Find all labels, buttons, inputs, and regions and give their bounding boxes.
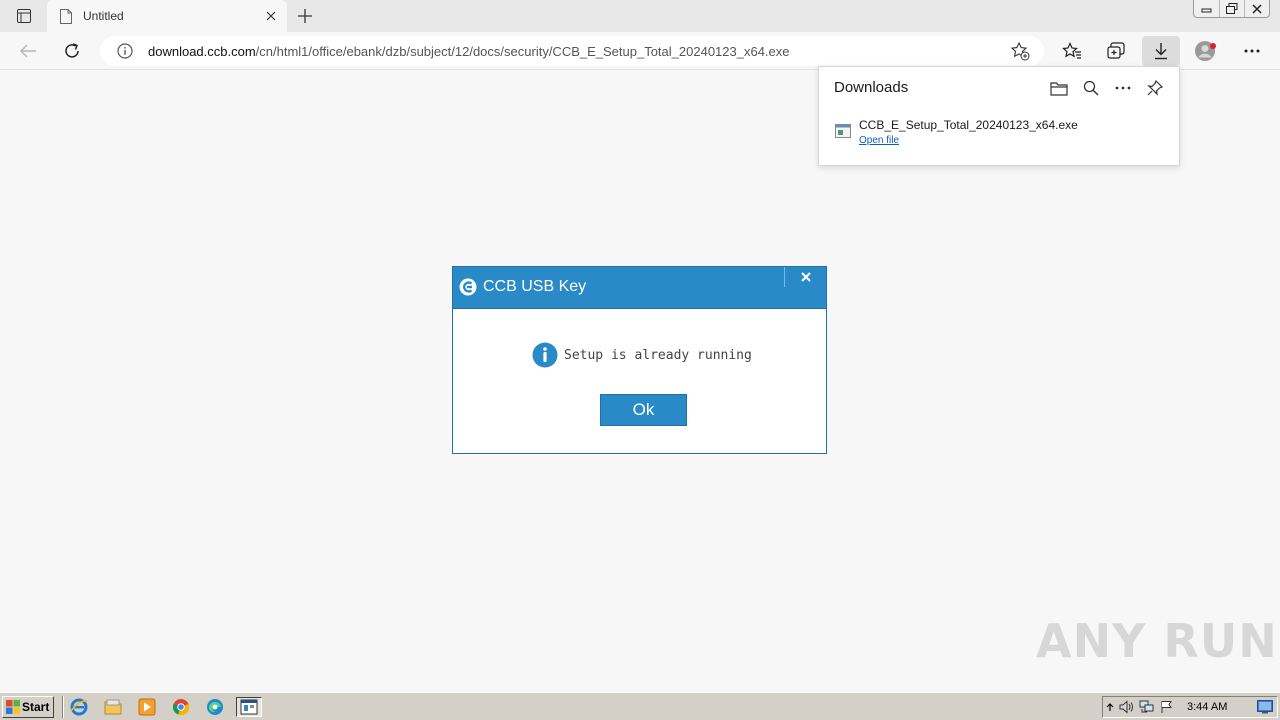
site-info-icon[interactable]: [116, 42, 134, 60]
refresh-icon: [65, 43, 79, 58]
flag-icon: [1161, 701, 1172, 713]
taskbar-separator: [62, 696, 64, 718]
minimize-icon: [1201, 8, 1212, 13]
add-favorite-icon[interactable]: [1008, 39, 1032, 63]
internet-explorer-icon: [70, 698, 88, 716]
window-controls: [1193, 0, 1270, 18]
tray-action-center[interactable]: [1157, 698, 1177, 716]
open-downloads-folder-button[interactable]: [1047, 77, 1071, 99]
favorites-button[interactable]: [1056, 36, 1088, 66]
tab-strip: Untitled: [0, 0, 1280, 32]
ccb-usb-key-dialog: CCB USB Key Setup is already running Ok: [452, 266, 827, 454]
tray-expand-button[interactable]: [1103, 698, 1117, 716]
downloads-flyout: Downloads CCB_E_Setup_Total_20240123_x64…: [818, 66, 1180, 166]
edge-icon: [207, 699, 223, 715]
tab-actions-button[interactable]: [10, 6, 38, 26]
restore-icon: [1226, 3, 1238, 14]
taskbar-chrome[interactable]: [170, 697, 192, 717]
search-downloads-button[interactable]: [1079, 77, 1103, 99]
restore-button[interactable]: [1219, 0, 1244, 17]
dialog-message: Setup is already running: [564, 347, 752, 363]
close-icon: [800, 272, 811, 282]
tab-title: Untitled: [83, 9, 124, 23]
tray-volume[interactable]: [1117, 698, 1137, 716]
download-item[interactable]: CCB_E_Setup_Total_20240123_x64.exe Open …: [835, 117, 1165, 151]
open-file-link[interactable]: Open file: [859, 135, 899, 146]
tray-network[interactable]: [1137, 698, 1157, 716]
url-host: download.ccb.com: [148, 43, 256, 59]
pin-icon: [1147, 80, 1163, 96]
dialog-message-row: Setup is already running: [532, 342, 752, 368]
tab-actions-icon: [17, 9, 31, 23]
media-player-icon: [138, 698, 156, 716]
chrome-icon: [172, 699, 190, 716]
avatar-icon: [1195, 41, 1216, 61]
tray-clock[interactable]: 3:44 AM: [1187, 701, 1227, 713]
download-filename: CCB_E_Setup_Total_20240123_x64.exe: [859, 118, 1078, 132]
url-path: /cn/html1/office/ebank/dzb/subject/12/do…: [255, 43, 790, 59]
folder-icon: [104, 699, 122, 715]
dialog-close-button[interactable]: [784, 267, 826, 287]
anyrun-watermark: ANY RUN: [1036, 608, 1278, 674]
pin-downloads-button[interactable]: [1143, 77, 1167, 99]
ok-button[interactable]: Ok: [600, 394, 687, 426]
plus-icon: [298, 9, 312, 23]
download-icon: [1155, 43, 1167, 60]
dialog-title: CCB USB Key: [483, 278, 587, 295]
start-label: Start: [22, 700, 50, 714]
favorites-icon: [1062, 42, 1081, 59]
address-bar[interactable]: download.ccb.com/cn/html1/office/ebank/d…: [100, 36, 1044, 66]
more-icon: [1115, 86, 1131, 90]
tab-close-icon[interactable]: [259, 4, 283, 28]
downloads-actions: [1047, 77, 1167, 99]
profile-button[interactable]: [1190, 36, 1222, 66]
back-button[interactable]: [12, 36, 44, 66]
system-tray: 3:44 AM: [1102, 696, 1278, 718]
taskbar: Start 3:44 AM: [0, 692, 1280, 720]
settings-more-button[interactable]: [1236, 36, 1268, 66]
network-icon: [1139, 700, 1154, 713]
folder-icon: [1050, 81, 1068, 96]
url-text[interactable]: download.ccb.com/cn/html1/office/ebank/d…: [148, 44, 1008, 59]
tab-active[interactable]: Untitled: [47, 0, 287, 32]
collections-button[interactable]: [1100, 36, 1132, 66]
show-desktop-icon[interactable]: [1257, 700, 1273, 714]
taskbar-media-player[interactable]: [136, 697, 158, 717]
taskbar-setup-app[interactable]: [236, 697, 262, 717]
back-arrow-icon: [20, 44, 36, 58]
chevron-up-icon: [1106, 703, 1114, 711]
start-button[interactable]: Start: [2, 696, 54, 718]
windows-logo-icon: [6, 700, 20, 714]
new-tab-button[interactable]: [292, 4, 318, 28]
downloads-more-button[interactable]: [1111, 77, 1135, 99]
more-icon: [1244, 49, 1260, 53]
browser-toolbar: download.ccb.com/cn/html1/office/ebank/d…: [0, 32, 1280, 70]
close-window-button[interactable]: [1244, 0, 1269, 17]
minimize-button[interactable]: [1194, 0, 1219, 17]
taskbar-edge[interactable]: [204, 697, 226, 717]
info-icon: [532, 342, 558, 368]
refresh-button[interactable]: [56, 36, 88, 66]
downloads-button[interactable]: [1142, 36, 1180, 66]
page-icon: [59, 8, 73, 24]
taskbar-explorer[interactable]: [102, 697, 124, 717]
search-icon: [1083, 80, 1099, 96]
setup-icon: [240, 699, 258, 715]
collections-icon: [1107, 42, 1125, 59]
taskbar-internet-explorer[interactable]: [68, 697, 90, 717]
downloads-title: Downloads: [834, 79, 909, 96]
ccb-logo-icon: [459, 278, 477, 296]
speaker-icon: [1119, 700, 1133, 714]
watermark-text: ANY RUN: [1036, 614, 1278, 668]
close-icon: [1252, 3, 1262, 14]
dialog-title-bar[interactable]: CCB USB Key: [453, 267, 826, 308]
executable-file-icon: [835, 124, 851, 138]
dialog-divider: [453, 308, 826, 309]
